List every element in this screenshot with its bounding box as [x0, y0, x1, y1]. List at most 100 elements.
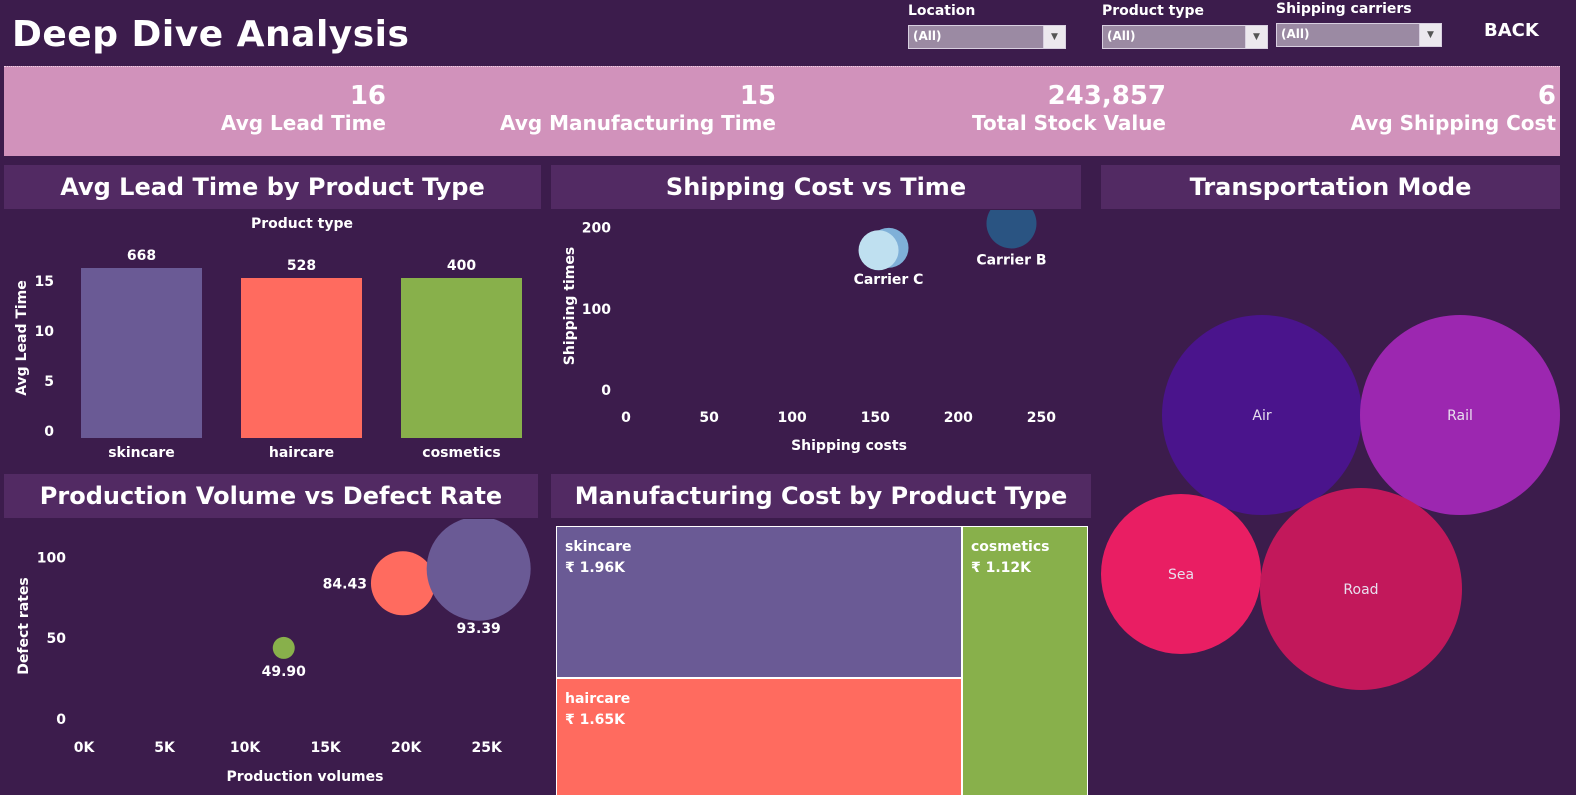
- kpi-value: 16: [349, 81, 386, 111]
- y-tick-label: 50: [47, 631, 67, 647]
- bubble-label: Air: [1252, 408, 1271, 424]
- treemap-cell-haircare[interactable]: haircare ₹ 1.65K: [557, 679, 961, 795]
- x-tick-label: 200: [944, 410, 973, 426]
- treemap-cell-skincare[interactable]: skincare ₹ 1.96K: [557, 527, 961, 677]
- point-label: 49.90: [262, 664, 307, 680]
- y-axis-label: Avg Lead Time: [14, 280, 30, 396]
- x-tick-label: 150: [861, 410, 890, 426]
- scatter-point[interactable]: [426, 519, 531, 621]
- x-axis-label: Shipping costs: [791, 438, 907, 454]
- panel-title-lead-time: Avg Lead Time by Product Type: [4, 165, 541, 209]
- filter-product-type[interactable]: Product type (All) ▼: [1102, 3, 1268, 49]
- y-tick-label: 15: [35, 274, 54, 290]
- bubble-label: Road: [1343, 582, 1378, 598]
- kpi-value: 6: [1537, 81, 1556, 111]
- x-tick-label: 250: [1027, 410, 1056, 426]
- treemap-cell-value: ₹ 1.12K: [971, 560, 1032, 576]
- bubble-label: Rail: [1447, 408, 1473, 424]
- treemap-cell-value: ₹ 1.65K: [565, 712, 626, 728]
- y-tick-label: 5: [44, 374, 54, 390]
- x-tick-label: cosmetics: [422, 445, 500, 461]
- treemap-cell-cosmetics[interactable]: cosmetics ₹ 1.12K: [963, 527, 1087, 795]
- x-tick-label: 5K: [154, 740, 176, 756]
- y-tick-label: 0: [44, 424, 54, 440]
- bar-cosmetics[interactable]: [401, 278, 522, 438]
- scatter-point[interactable]: [370, 551, 435, 616]
- x-tick-label: 0: [621, 410, 631, 426]
- page-title: Deep Dive Analysis: [12, 14, 410, 55]
- transport-bubble-chart: Air Rail Sea Road: [1101, 315, 1560, 690]
- back-button[interactable]: BACK: [1484, 20, 1539, 41]
- kpi-avg-lead-time: 16 Avg Lead Time: [221, 81, 386, 135]
- shipping-scatter-chart: Shipping times Shipping costs 0 50 100 150 2…: [562, 210, 1056, 454]
- bar-data-label: 400: [447, 258, 476, 274]
- point-label: Carrier C: [854, 272, 924, 288]
- filter-product-type-select[interactable]: (All) ▼: [1102, 25, 1268, 49]
- x-tick-label: skincare: [108, 445, 175, 461]
- y-tick-label: 0: [56, 712, 66, 728]
- panel-title-transport: Transportation Mode: [1101, 165, 1560, 209]
- kpi-label: Avg Shipping Cost: [1350, 111, 1556, 135]
- lead-time-bar-chart: Product type Avg Lead Time 0 5 10 15 668 skin…: [14, 216, 522, 461]
- x-tick-label: 20K: [391, 740, 422, 756]
- point-label: 84.43: [323, 576, 367, 592]
- chevron-down-icon[interactable]: ▼: [1043, 26, 1065, 48]
- x-tick-label: 25K: [472, 740, 503, 756]
- filter-shipping-carriers-select[interactable]: (All) ▼: [1276, 23, 1442, 47]
- scatter-point[interactable]: [986, 210, 1037, 249]
- y-tick-label: 100: [37, 550, 66, 566]
- filter-shipping-carriers-label: Shipping carriers: [1276, 1, 1412, 17]
- panel-title-shipping: Shipping Cost vs Time: [551, 165, 1081, 209]
- filter-location-label: Location: [908, 3, 976, 19]
- kpi-value: 15: [739, 81, 776, 111]
- y-axis-label: Shipping times: [562, 247, 578, 365]
- chevron-down-icon[interactable]: ▼: [1245, 26, 1267, 48]
- defect-scatter-chart: Defect rates Production volumes 0K 5K 10K 1…: [16, 519, 531, 785]
- filter-product-type-value: (All): [1107, 29, 1136, 43]
- scatter-point[interactable]: [858, 230, 899, 271]
- point-label: 93.39: [457, 621, 501, 637]
- filter-product-type-label: Product type: [1102, 3, 1204, 19]
- kpi-total-stock-value: 243,857 Total Stock Value: [972, 81, 1166, 135]
- scatter-point[interactable]: [272, 636, 295, 659]
- panel-title-defects: Production Volume vs Defect Rate: [4, 474, 538, 518]
- y-tick-label: 10: [35, 324, 55, 340]
- kpi-value: 243,857: [1047, 81, 1166, 111]
- kpi-avg-manufacturing-time: 15 Avg Manufacturing Time: [500, 81, 776, 135]
- treemap-cell-name: cosmetics: [971, 539, 1050, 555]
- x-tick-label: 0K: [74, 740, 96, 756]
- kpi-label: Avg Lead Time: [220, 111, 386, 135]
- bar-data-label: 528: [287, 258, 316, 274]
- x-tick-label: 15K: [310, 740, 341, 756]
- kpi-label: Total Stock Value: [972, 111, 1166, 135]
- filter-shipping-carriers-value: (All): [1281, 27, 1310, 41]
- x-tick-label: 50: [699, 410, 719, 426]
- y-tick-label: 100: [582, 302, 611, 318]
- kpi-avg-shipping-cost: 6 Avg Shipping Cost: [1351, 81, 1556, 135]
- point-label: Carrier B: [976, 252, 1046, 268]
- kpi-band: 16 Avg Lead Time 15 Avg Manufacturing Ti…: [4, 66, 1560, 156]
- treemap-cell-name: haircare: [565, 691, 631, 707]
- bar-chart-header: Product type: [251, 216, 353, 232]
- bubble-label: Sea: [1168, 567, 1194, 583]
- chevron-down-icon[interactable]: ▼: [1419, 24, 1441, 46]
- bar-haircare[interactable]: [241, 278, 362, 438]
- x-tick-label: haircare: [269, 445, 334, 461]
- treemap-cell-value: ₹ 1.96K: [565, 560, 626, 576]
- x-axis-label: Production volumes: [227, 769, 384, 785]
- bar-data-label: 668: [127, 248, 156, 264]
- y-tick-label: 200: [582, 221, 611, 237]
- kpi-label: Avg Manufacturing Time: [500, 111, 776, 135]
- y-axis-label: Defect rates: [16, 577, 32, 674]
- panel-title-manufacturing: Manufacturing Cost by Product Type: [551, 474, 1091, 518]
- y-tick-label: 0: [601, 383, 611, 399]
- treemap-cell-name: skincare: [565, 539, 632, 555]
- filter-location-value: (All): [913, 29, 942, 43]
- manufacturing-treemap: skincare ₹ 1.96K haircare ₹ 1.65K cosmet…: [556, 526, 1088, 795]
- filter-location[interactable]: Location (All) ▼: [908, 3, 1066, 49]
- x-tick-label: 100: [778, 410, 807, 426]
- filter-location-select[interactable]: (All) ▼: [908, 25, 1066, 49]
- x-tick-label: 10K: [230, 740, 261, 756]
- bar-skincare[interactable]: [81, 268, 202, 438]
- filter-shipping-carriers[interactable]: Shipping carriers (All) ▼: [1276, 1, 1442, 47]
